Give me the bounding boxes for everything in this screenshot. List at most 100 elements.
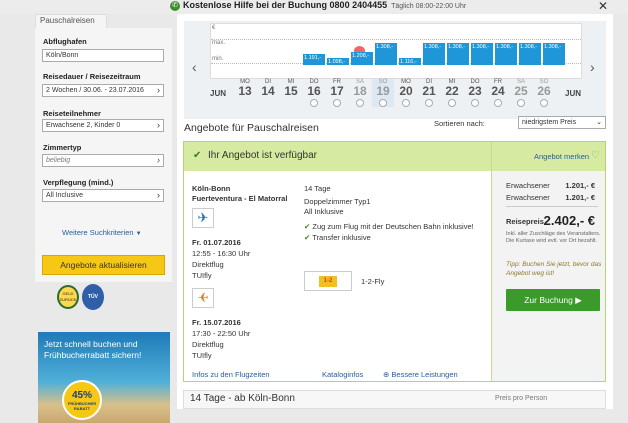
outbound-date: Fr. 01.07.2016: [192, 238, 241, 247]
adult-price: 1.201,- €: [565, 193, 595, 202]
search-form: Abflughafen Köln/Bonn Reisedauer / Reise…: [35, 28, 172, 282]
close-icon[interactable]: ✕: [598, 0, 608, 13]
price-bar[interactable]: 1.308,-: [543, 43, 565, 65]
page-title: Angebote für Pauschalreisen: [184, 122, 319, 134]
bookmark-offer-link[interactable]: Angebot merken: [534, 152, 589, 161]
outbound-airline: TUIfly: [192, 271, 212, 280]
board-label: Verpflegung (mind.): [43, 178, 114, 187]
calendar-day[interactable]: MO 13: [234, 79, 256, 98]
calendar-day[interactable]: SA 25: [510, 79, 532, 107]
price-bar[interactable]: 1.191,-: [303, 54, 325, 65]
search-sidebar: Pauschalreisen Abflughafen Köln/Bonn Rei…: [35, 14, 172, 423]
money-back-seal-icon: GELD ZURÜCK: [57, 285, 79, 309]
plus-icon: ⊕: [383, 370, 390, 379]
day-radio[interactable]: [310, 99, 318, 107]
update-offers-button[interactable]: Angebote aktualisieren: [42, 255, 165, 275]
price-bar[interactable]: 1.116,-: [399, 58, 421, 65]
price-bar[interactable]: 1.308,-: [375, 43, 397, 65]
axis-max-label: max.: [212, 40, 226, 46]
train-info: ✔ Zug zum Flug mit der Deutschen Bahn in…: [304, 222, 474, 231]
price-bar[interactable]: 1.308,-: [471, 43, 493, 65]
better-services-link[interactable]: ⊕ Bessere Leistungen: [383, 370, 458, 379]
calendar-day[interactable]: MI 15: [280, 79, 302, 98]
promo-discount-badge: 45% FRÜHBUCHER RABATT: [62, 380, 102, 420]
adult-price: 1.201,- €: [565, 181, 595, 190]
calendar-day[interactable]: FR 24: [487, 79, 509, 107]
calendar-day[interactable]: SA 18: [349, 79, 371, 107]
offer-card-header: ✔ Ihr Angebot ist verfügbar Angebot merk…: [184, 142, 605, 171]
heart-icon[interactable]: ♡: [591, 150, 600, 161]
calendar-day[interactable]: MO 20: [395, 79, 417, 107]
calendar-day[interactable]: SO 26: [533, 79, 555, 107]
price-bar[interactable]: 1.098,-: [327, 58, 349, 65]
calendar-prev-icon[interactable]: ‹: [192, 59, 197, 75]
catalog-info-link[interactable]: Kataloginfos: [322, 370, 363, 379]
price-bar[interactable]: 1.308,-: [519, 43, 541, 65]
duration-label: Reisedauer / Reisezeitraum: [43, 72, 141, 81]
room-field[interactable]: beliebig ›: [42, 154, 164, 167]
day-radio[interactable]: [333, 99, 341, 107]
adult-price-label: Erwachsener: [506, 193, 550, 202]
calendar-day-selected[interactable]: SO 19: [372, 79, 394, 107]
destination: Fuerteventura - El Matorral: [192, 194, 288, 203]
offer-card: ✔ Ihr Angebot ist verfügbar Angebot merk…: [183, 141, 606, 382]
day-radio[interactable]: [425, 99, 433, 107]
calendar-day[interactable]: DI 21: [418, 79, 440, 107]
calendar-day[interactable]: DO 16: [303, 79, 325, 107]
travelers-field[interactable]: Erwachsene 2, Kinder 0 ›: [42, 119, 164, 132]
outbound-plane-icon: ✈: [192, 208, 214, 228]
early-booking-banner[interactable]: Jetzt schnell buchen und Frühbucherrabat…: [38, 332, 170, 423]
board-field[interactable]: All Inclusive ›: [42, 189, 164, 202]
next-offer-title: 14 Tage - ab Köln-Bonn: [190, 393, 295, 404]
calendar-day[interactable]: DO 23: [464, 79, 486, 107]
check-icon: ✔: [193, 150, 202, 161]
price-column: Erwachsener 1.201,- € Erwachsener 1.201,…: [491, 171, 605, 381]
day-radio[interactable]: [379, 99, 387, 107]
more-criteria-link[interactable]: Weitere Suchkriterien ▼: [62, 228, 142, 237]
chevron-right-icon: ›: [157, 190, 160, 200]
price-bar[interactable]: 1.308,-: [495, 43, 517, 65]
next-offer-header: 14 Tage - ab Köln-Bonn Preis pro Person: [183, 390, 606, 409]
route: Köln-Bonn: [192, 184, 231, 193]
day-radio[interactable]: [356, 99, 364, 107]
board-type: All Inklusive: [304, 207, 344, 216]
day-radio[interactable]: [494, 99, 502, 107]
chevron-right-icon: ›: [157, 120, 160, 130]
sort-select[interactable]: niedrigstem Preis ⌄: [518, 116, 606, 129]
results-panel: ‹ › € max. min. 1.191,- 1.098,- 1.208,- …: [177, 14, 613, 409]
return-plane-icon: ✈: [192, 288, 214, 308]
flight-times-link[interactable]: Infos zu den Flugzeiten: [192, 370, 270, 379]
caret-down-icon: ▼: [135, 231, 142, 237]
help-hotline: ✆ Kostenlose Hilfe bei der Buchung 0800 2…: [170, 0, 466, 11]
chevron-down-icon: ⌄: [596, 119, 602, 126]
return-time: 17:30 - 22:50 Uhr: [192, 329, 251, 338]
day-radio[interactable]: [471, 99, 479, 107]
book-button[interactable]: Zur Buchung ▶: [506, 289, 600, 311]
duration-field[interactable]: 2 Wochen / 30.06. - 23.07.2016 ›: [42, 84, 164, 97]
return-airline: TUIfly: [192, 351, 212, 360]
departure-field[interactable]: Köln/Bonn: [42, 49, 164, 62]
calendar-next-icon[interactable]: ›: [590, 59, 595, 75]
price-bar[interactable]: 1.208,-: [351, 52, 373, 65]
axis-currency: €: [212, 25, 216, 31]
calendar-day[interactable]: FR 17: [326, 79, 348, 107]
price-bar[interactable]: 1.308,-: [423, 43, 445, 65]
day-radio[interactable]: [402, 99, 410, 107]
price-per-person-label: Preis pro Person: [495, 395, 548, 402]
availability-text: Ihr Angebot ist verfügbar: [208, 150, 317, 161]
day-radio[interactable]: [448, 99, 456, 107]
room-type: Doppelzimmer Typ1: [304, 197, 371, 206]
check-icon: ✔: [304, 233, 311, 242]
tab-pauschalreisen[interactable]: Pauschalreisen: [35, 14, 107, 28]
calendar-day[interactable]: DI 14: [257, 79, 279, 98]
return-type: Direktflug: [192, 340, 224, 349]
day-radio[interactable]: [540, 99, 548, 107]
day-radio[interactable]: [517, 99, 525, 107]
phone-icon: ✆: [170, 0, 180, 11]
calendar-day[interactable]: MI 22: [441, 79, 463, 107]
total-price-label: Reisepreis: [506, 217, 544, 226]
room-label: Zimmertyp: [43, 143, 82, 152]
chevron-right-icon: ›: [157, 155, 160, 165]
top-help-bar: ✆ Kostenlose Hilfe bei der Buchung 0800 2…: [0, 0, 628, 14]
price-bar[interactable]: 1.308,-: [447, 43, 469, 65]
